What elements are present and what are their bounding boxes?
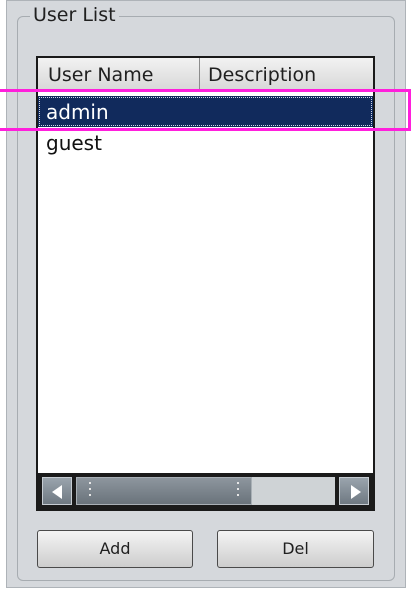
horizontal-scrollbar[interactable]: [38, 473, 373, 509]
column-header-description[interactable]: Description: [200, 58, 373, 91]
scroll-right-button[interactable]: [339, 477, 369, 505]
user-name-cell: admin: [46, 100, 109, 124]
column-header-user-name[interactable]: User Name: [38, 58, 200, 91]
grip-icon: [89, 482, 91, 500]
del-button[interactable]: Del: [217, 530, 374, 568]
grip-icon: [237, 482, 240, 500]
list-header: User Name Description: [38, 58, 373, 92]
add-button[interactable]: Add: [37, 530, 193, 568]
list-rows: admin guest: [38, 96, 373, 158]
group-title: User List: [30, 4, 119, 26]
scroll-track[interactable]: [76, 477, 335, 505]
scroll-thumb[interactable]: [76, 477, 253, 505]
user-name-cell: guest: [46, 131, 102, 155]
user-list[interactable]: User Name Description admin guest: [36, 56, 375, 511]
arrow-left-icon: [52, 485, 62, 499]
list-row-guest[interactable]: guest: [38, 127, 373, 158]
scroll-left-button[interactable]: [42, 477, 72, 505]
arrow-right-icon: [351, 485, 361, 499]
list-row-admin[interactable]: admin: [38, 96, 373, 127]
